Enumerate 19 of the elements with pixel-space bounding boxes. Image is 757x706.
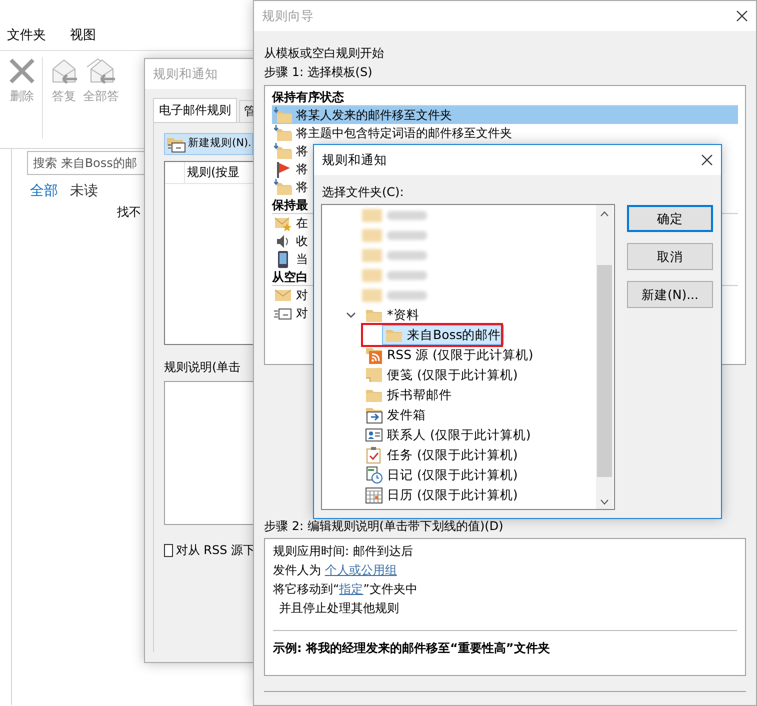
rule-description-line: 发件人为 个人或公用组 [273, 562, 398, 579]
window-title: 规则向导 [262, 8, 314, 24]
rule-description-line: 并且停止处理其他规则 [278, 600, 400, 617]
field-label: 选择文件夹(C): [322, 185, 405, 200]
intro-text: 从模板或空白规则开始 [264, 46, 385, 61]
empty-message: 找不 [117, 204, 142, 220]
example-text: 示例: 将我的经理发来的邮件移至“重要性高”文件夹 [273, 641, 551, 656]
group-header: 保持最 [272, 198, 308, 212]
rule-description-line: 将它移动到“指定”文件夹中 [273, 581, 418, 598]
step-label: 步骤 2: 编辑规则说明(单击带下划线的值)(D) [264, 519, 504, 534]
group-header: 保持有序状态 [272, 90, 344, 104]
group-header: 从空白 [272, 270, 308, 284]
checkbox-label: 对从 RSS 源下 [176, 543, 255, 558]
rule-description-line: 规则应用时间: 邮件到达后 [273, 543, 414, 560]
section-label: 规则说明(单击 [164, 360, 242, 375]
window-title: 规则和通知 [322, 152, 387, 168]
column-header: 规则(按显 [186, 164, 240, 181]
step-label: 步骤 1: 选择模板(S) [264, 65, 374, 80]
window-title: 规则和通知 [153, 66, 218, 82]
